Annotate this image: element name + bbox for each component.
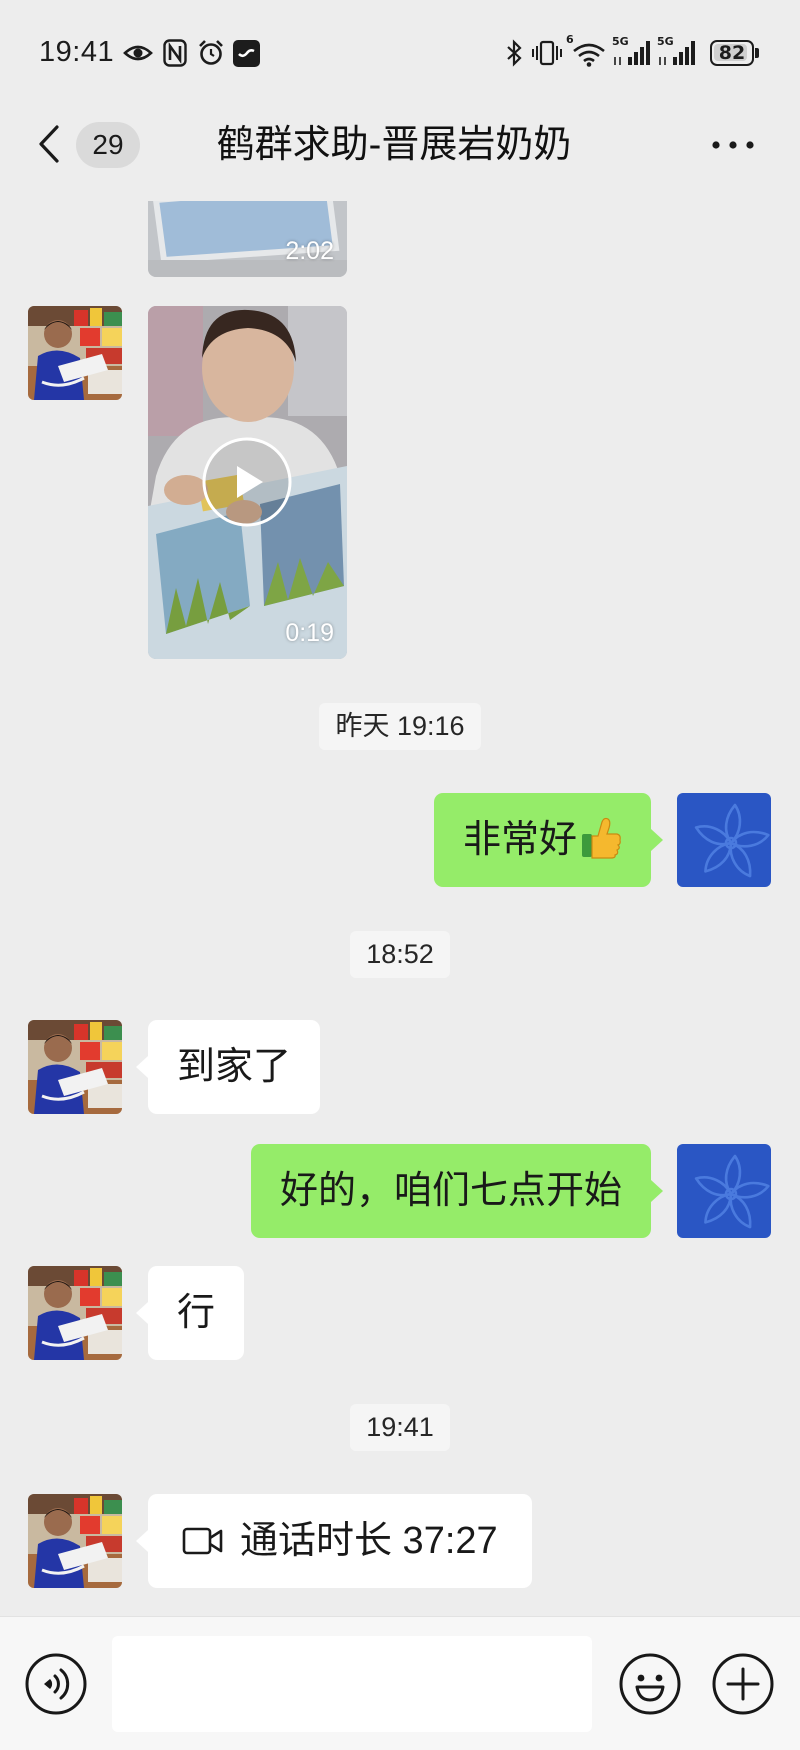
- more-button[interactable]: [704, 126, 764, 164]
- chevron-left-icon: [39, 125, 59, 163]
- chat-title: 鹤群求助-晋展岩奶奶: [216, 124, 572, 166]
- contact-avatar-image: [28, 1020, 122, 1114]
- signal-icon: [614, 41, 650, 65]
- contact-avatar-image: [28, 1494, 122, 1588]
- message-text: 好的，咱们七点开始: [279, 1170, 622, 1212]
- video-call-record-bubble[interactable]: 通话时长 37:27: [136, 1494, 532, 1588]
- timestamp-row: 19:41: [0, 1404, 800, 1451]
- voice-input-icon: [25, 1653, 87, 1715]
- video-message-thumbnail[interactable]: 2:02: [148, 201, 347, 277]
- message-row: 非常好: [0, 793, 800, 887]
- app-notification-icon: [233, 40, 260, 67]
- emoji-icon: [619, 1653, 681, 1715]
- contact-avatar-image: [28, 1266, 122, 1360]
- video-camera-icon: [182, 1527, 223, 1555]
- message-input[interactable]: [112, 1636, 592, 1732]
- battery-level: 82: [718, 42, 746, 64]
- contact-avatar[interactable]: [28, 1266, 122, 1360]
- my-avatar-image: [677, 1144, 771, 1238]
- video-duration: 2:02: [285, 237, 334, 265]
- message-text: 行: [177, 1292, 216, 1334]
- alarm-icon: [199, 40, 223, 65]
- my-avatar[interactable]: [677, 1144, 771, 1238]
- incoming-text-bubble[interactable]: 到家了: [135, 1020, 321, 1114]
- signal-icon: [659, 41, 695, 65]
- more-functions-button[interactable]: [711, 1652, 775, 1716]
- message-input-bar: [0, 1616, 800, 1750]
- battery-nub: [755, 48, 759, 58]
- eye-icon: [123, 45, 153, 61]
- message-timestamp: 19:41: [350, 1404, 450, 1451]
- timestamp-row: 18:52: [0, 931, 800, 978]
- message-timestamp: 昨天 19:16: [319, 703, 481, 750]
- outgoing-text-bubble[interactable]: 好的，咱们七点开始: [250, 1144, 664, 1238]
- call-duration-text: 通话时长 37:27: [240, 1520, 498, 1562]
- more-dots-icon: [712, 141, 754, 149]
- battery-icon: 82: [710, 40, 760, 66]
- message-text: 非常好: [462, 819, 577, 861]
- voice-input-button[interactable]: [24, 1652, 88, 1716]
- nfc-icon: [163, 39, 187, 67]
- contact-avatar[interactable]: [28, 1020, 122, 1114]
- play-icon[interactable]: [201, 436, 293, 528]
- my-avatar-image: [677, 793, 771, 887]
- message-row: 0:19: [0, 306, 800, 659]
- contact-avatar[interactable]: [28, 306, 122, 400]
- video-message-thumbnail[interactable]: 0:19: [148, 306, 347, 659]
- timestamp-row: 昨天 19:16: [0, 703, 800, 750]
- message-row: 好的，咱们七点开始: [0, 1144, 800, 1238]
- outgoing-text-bubble[interactable]: 非常好: [433, 793, 664, 887]
- vibrate-icon: [532, 40, 562, 66]
- chat-message-list[interactable]: 2:02 0:19 昨天 19:16 非常好 18:52 到家了 好的，咱们七点…: [0, 201, 800, 1616]
- message-row: 到家了: [0, 1020, 800, 1114]
- message-row: 行: [0, 1266, 800, 1360]
- contact-avatar[interactable]: [28, 1494, 122, 1588]
- message-timestamp: 18:52: [350, 931, 450, 978]
- plus-circle-icon: [712, 1653, 774, 1715]
- status-time: 19:41: [39, 36, 115, 68]
- thumbs-up-emoji: [582, 817, 621, 859]
- message-row: 通话时长 37:27: [0, 1494, 800, 1588]
- wifi-icon: [573, 43, 605, 67]
- incoming-text-bubble[interactable]: 行: [135, 1266, 245, 1360]
- emoji-button[interactable]: [618, 1652, 682, 1716]
- message-text: 到家了: [177, 1046, 292, 1088]
- bluetooth-icon: [507, 39, 522, 67]
- contact-avatar-image: [28, 306, 122, 400]
- video-duration: 0:19: [285, 619, 334, 647]
- my-avatar[interactable]: [677, 793, 771, 887]
